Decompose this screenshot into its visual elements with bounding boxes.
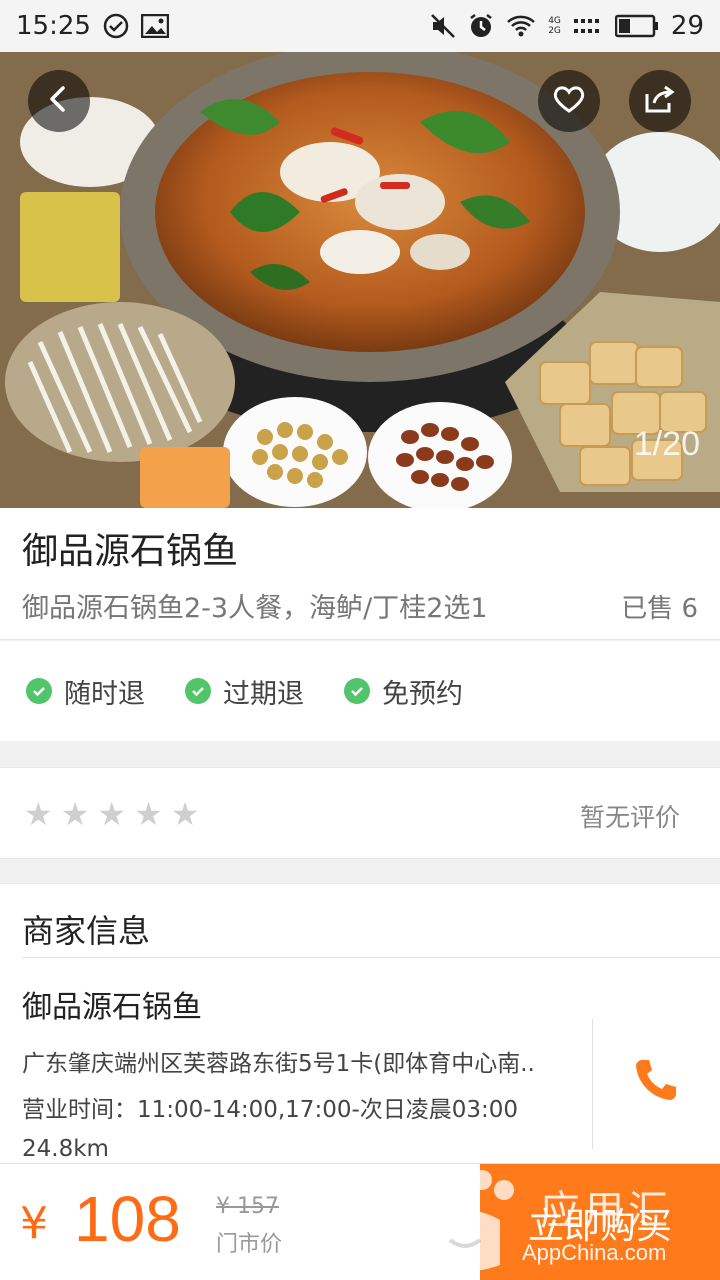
phone-icon — [632, 1056, 680, 1108]
product-title: 御品源石锅鱼 — [22, 531, 239, 572]
price: 108 — [74, 1183, 181, 1255]
app-root: 15:25 4G 2G 29 1/20 御品源石锅鱼 御品源石锅鱼2-3人餐，海… — [0, 0, 720, 1280]
merchant-address[interactable]: 广东肇庆端州区芙蓉路东街5号1卡(即体育中心南.. — [22, 1044, 567, 1078]
image-icon — [140, 14, 169, 38]
watermark-subtext: AppChina.com — [522, 1240, 667, 1265]
heart-icon — [552, 84, 586, 118]
divider — [22, 957, 720, 958]
network-2g-label: 2G — [548, 26, 561, 36]
check-icon — [344, 678, 370, 704]
star-icon: ★ — [134, 795, 163, 833]
merchant-hours: 营业时间：11:00-14:00,17:00-次日凌晨03:00 — [22, 1097, 519, 1123]
status-bar: 15:25 4G 2G 29 — [0, 0, 720, 52]
battery-icon — [614, 14, 659, 38]
merchant-info-section: 商家信息 御品源石锅鱼 广东肇庆端州区芙蓉路东街5号1卡(即体育中心南.. 营业… — [0, 883, 720, 1183]
alarm-icon — [468, 13, 494, 39]
divider — [592, 1019, 593, 1149]
star-icon: ★ — [97, 795, 127, 833]
rating-row[interactable]: ★ ★ ★ ★ ★ 暂无评价 — [0, 767, 720, 859]
battery-level: 29 — [670, 11, 704, 41]
star-icon: ★ — [170, 795, 200, 833]
merchant-distance: 24.8km — [22, 1136, 109, 1162]
guarantee-label: 随时退 — [64, 678, 145, 710]
original-price-label: 门市价 — [216, 1232, 283, 1257]
image-counter: 1/20 — [633, 425, 700, 463]
product-photo — [0, 52, 720, 508]
product-image-carousel[interactable]: 1/20 — [0, 52, 720, 508]
product-subtitle: 御品源石锅鱼2-3人餐，海鲈/丁桂2选1 — [22, 593, 488, 624]
watermark-text: 应用汇 — [540, 1188, 672, 1234]
guarantee-label: 免预约 — [382, 678, 463, 710]
star-icon: ★ — [24, 795, 53, 833]
guarantee-bar: 随时退 过期退 免预约 — [0, 641, 720, 741]
merchant-section-title: 商家信息 — [22, 912, 151, 950]
guarantee-item: 过期退 — [185, 672, 304, 711]
check-icon — [185, 678, 211, 704]
check-circle-icon — [103, 13, 129, 39]
guarantee-item: 免预约 — [344, 672, 463, 711]
product-title-section: 御品源石锅鱼 御品源石锅鱼2-3人餐，海鲈/丁桂2选1 已售 6 — [0, 508, 720, 640]
guarantee-item: 随时退 — [26, 672, 145, 711]
share-button[interactable] — [629, 70, 691, 132]
guarantee-label: 过期退 — [223, 678, 304, 710]
chevron-left-icon — [44, 84, 74, 118]
no-review-label: 暂无评价 — [579, 803, 680, 832]
star-icon: ★ — [60, 795, 90, 833]
star-rating: ★ ★ ★ ★ ★ — [24, 798, 199, 830]
sold-count: 已售 6 — [621, 594, 698, 624]
original-price: ¥ 157 — [216, 1194, 279, 1219]
back-button[interactable] — [28, 70, 90, 132]
wifi-icon — [506, 14, 536, 38]
call-merchant-button[interactable] — [620, 1052, 692, 1112]
status-time: 15:25 — [16, 11, 91, 41]
merchant-name[interactable]: 御品源石锅鱼 — [22, 982, 202, 1026]
cellular-signal-icon: 4G 2G — [548, 16, 561, 36]
network-4g-label: 4G — [548, 16, 561, 26]
mute-icon — [430, 13, 456, 39]
share-icon — [644, 84, 676, 118]
price-currency: ¥ — [20, 1198, 48, 1249]
signal-bars-icon — [573, 14, 603, 38]
check-icon — [26, 678, 52, 704]
favorite-button[interactable] — [538, 70, 600, 132]
